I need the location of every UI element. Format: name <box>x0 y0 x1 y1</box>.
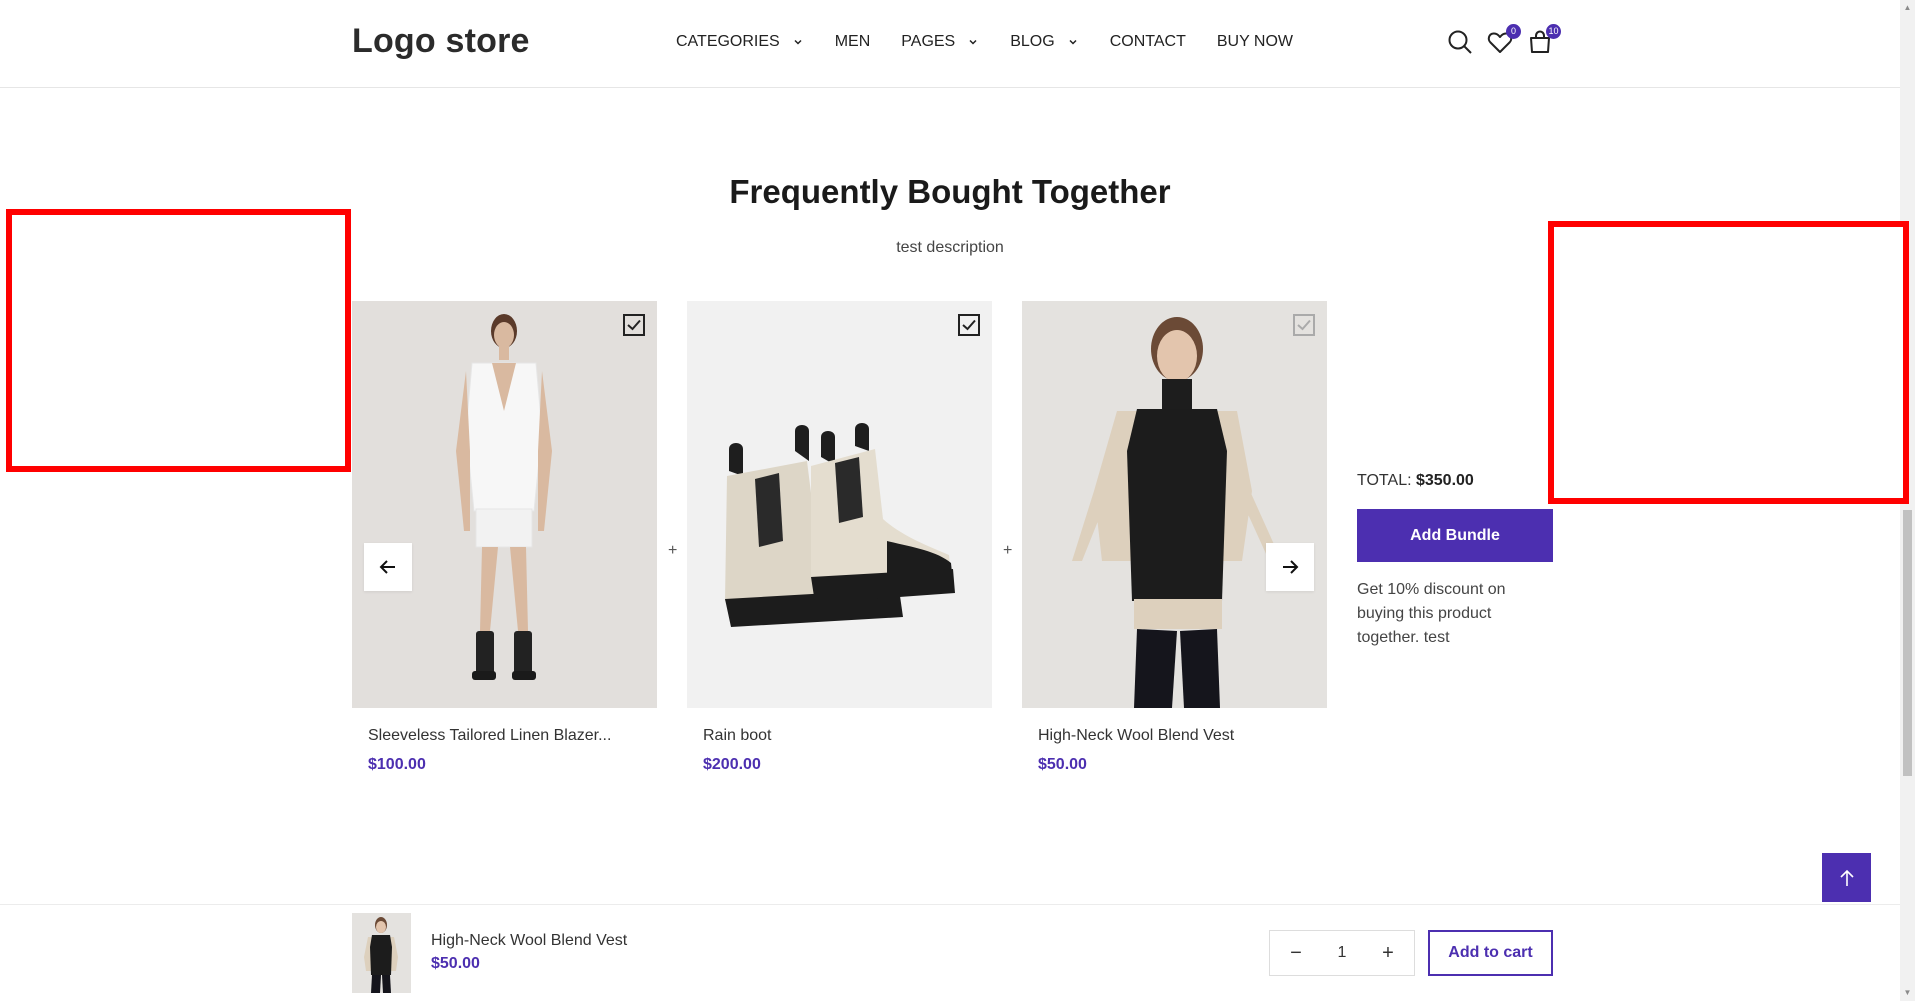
chevron-down-icon <box>794 39 802 45</box>
product-card[interactable]: Rain boot $200.00 <box>687 301 992 774</box>
annotation-box-right <box>1548 221 1909 504</box>
product-price: $100.00 <box>368 756 426 773</box>
nav-categories[interactable]: CATEGORIES <box>676 33 804 51</box>
nav-men[interactable]: MEN <box>835 33 871 51</box>
total-value: $350.00 <box>1415 472 1474 489</box>
logo[interactable]: Logo store <box>352 22 530 61</box>
main-nav: CATEGORIES MEN PAGES BLOG CONTACT BUY NO… <box>676 33 1324 51</box>
plus-separator: + <box>668 542 678 559</box>
nav-contact[interactable]: CONTACT <box>1110 33 1186 51</box>
arrow-left-icon <box>379 560 395 574</box>
arrow-right-icon <box>1283 560 1299 574</box>
woman-white-blazer-image <box>456 314 552 680</box>
quantity-increase-button[interactable]: + <box>1378 942 1398 965</box>
scroll-down-arrow-icon[interactable]: ▼ <box>1903 988 1912 998</box>
product-image[interactable] <box>352 301 657 708</box>
product-card[interactable]: Sleeveless Tailored Linen Blazer... $100… <box>352 301 657 774</box>
product-checkbox[interactable] <box>623 314 645 336</box>
header-icons: 0 10 <box>1446 24 1566 56</box>
product-price: $200.00 <box>703 756 761 773</box>
search-button[interactable] <box>1446 28 1474 56</box>
quantity-decrease-button[interactable]: − <box>1286 942 1306 965</box>
sticky-add-to-cart-bar: High-Neck Wool Blend Vest $50.00 − 1 + A… <box>0 904 1900 1001</box>
add-to-cart-button[interactable]: Add to cart <box>1428 930 1553 976</box>
back-to-top-button[interactable] <box>1822 853 1871 902</box>
nav-blog[interactable]: BLOG <box>1010 33 1078 51</box>
quantity-input[interactable]: 1 <box>1322 944 1362 962</box>
site-header: Logo store CATEGORIES MEN PAGES BLOG CON… <box>0 0 1900 88</box>
add-bundle-button[interactable]: Add Bundle <box>1357 509 1553 562</box>
product-image[interactable] <box>687 301 992 708</box>
section-title: Frequently Bought Together <box>729 173 1171 210</box>
bundle-discount-text: Get 10% discount on buying this product … <box>1357 581 1506 646</box>
woman-wool-vest-image <box>1072 317 1277 708</box>
cart-button[interactable]: 10 <box>1526 24 1561 56</box>
arrow-up-icon <box>1839 869 1854 886</box>
product-price: $50.00 <box>1038 756 1087 773</box>
product-name[interactable]: Rain boot <box>687 727 992 745</box>
quantity-stepper: − 1 + <box>1269 930 1415 976</box>
nav-label: CATEGORIES <box>676 33 780 50</box>
product-card[interactable]: High-Neck Wool Blend Vest $50.00 <box>1022 301 1327 774</box>
nav-label: PAGES <box>901 33 956 50</box>
sticky-product-thumbnail <box>352 913 411 993</box>
bundle-total: TOTAL: $350.00 <box>1357 472 1474 490</box>
nav-label: BLOG <box>1010 33 1055 50</box>
total-label: TOTAL: <box>1357 472 1412 489</box>
cart-count-badge: 10 <box>1546 24 1561 39</box>
product-name[interactable]: High-Neck Wool Blend Vest <box>1022 727 1327 745</box>
chevron-down-icon <box>969 39 977 45</box>
product-checkbox[interactable] <box>1293 314 1315 336</box>
scrollbar-thumb[interactable] <box>1903 510 1912 776</box>
sticky-product-name: High-Neck Wool Blend Vest <box>431 932 628 949</box>
search-icon <box>1448 30 1472 54</box>
nav-pages[interactable]: PAGES <box>901 33 979 51</box>
carousel-next-button[interactable] <box>1266 543 1314 591</box>
product-image[interactable] <box>1022 301 1327 708</box>
nav-label: BUY NOW <box>1216 33 1293 50</box>
checkmark-icon <box>962 319 976 331</box>
checkmark-icon <box>627 319 641 331</box>
annotation-box-left <box>6 209 351 472</box>
product-name[interactable]: Sleeveless Tailored Linen Blazer... <box>352 727 657 745</box>
product-checkbox[interactable] <box>958 314 980 336</box>
woman-wool-vest-thumbnail <box>364 917 398 993</box>
sticky-product-price: $50.00 <box>431 955 480 972</box>
wishlist-button[interactable]: 0 <box>1486 24 1521 56</box>
chevron-down-icon <box>1069 39 1077 45</box>
nav-label: CONTACT <box>1109 33 1186 50</box>
carousel-prev-button[interactable] <box>364 543 412 591</box>
rain-boots-image <box>725 423 955 627</box>
nav-buy-now[interactable]: BUY NOW <box>1217 33 1293 51</box>
plus-separator: + <box>1003 542 1013 559</box>
checkmark-icon <box>1297 319 1311 331</box>
scroll-up-arrow-icon[interactable]: ▲ <box>1903 3 1912 13</box>
wishlist-count-badge: 0 <box>1506 24 1521 39</box>
nav-label: MEN <box>834 33 871 50</box>
